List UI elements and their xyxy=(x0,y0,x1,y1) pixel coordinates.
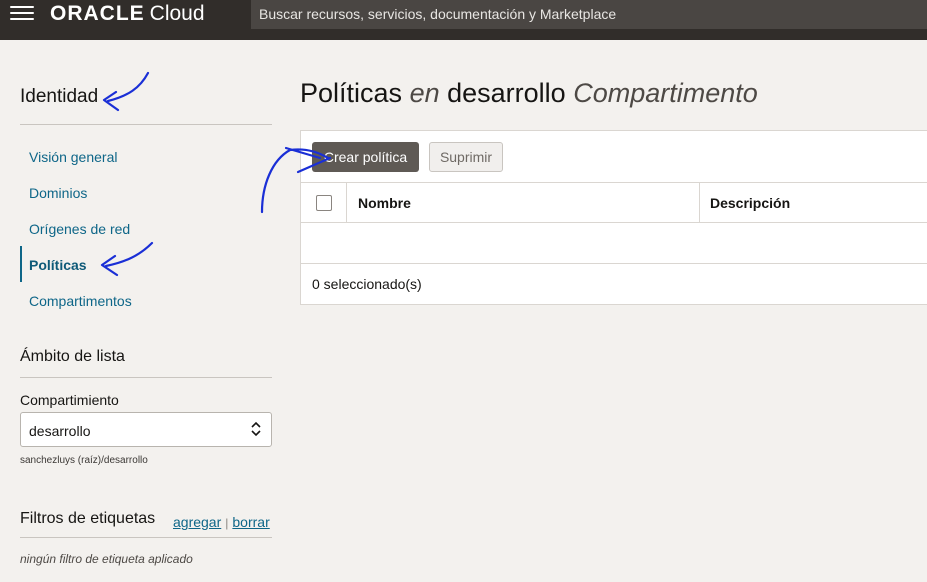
oracle-cloud-logo[interactable]: ORACLE Cloud xyxy=(50,2,205,28)
search-input[interactable]: Buscar recursos, servicios, documentació… xyxy=(251,0,927,29)
selected-count: 0 seleccionado(s) xyxy=(312,276,422,292)
hamburger-menu-icon[interactable] xyxy=(10,6,34,20)
divider xyxy=(20,124,272,125)
logo-oracle-text: ORACLE xyxy=(50,2,145,25)
page-title-resource: Políticas xyxy=(300,78,403,108)
annotation-arrow-identidad xyxy=(102,71,150,112)
compartment-path: sanchezluys (raíz)/desarrollo xyxy=(20,455,148,466)
page-title-compartment-word: Compartimento xyxy=(573,78,758,108)
divider xyxy=(20,537,272,538)
logo-cloud-text: Cloud xyxy=(149,2,205,25)
compartment-select-value: desarrollo xyxy=(29,423,91,439)
compartment-select[interactable]: desarrollo xyxy=(20,412,272,447)
column-header-name[interactable]: Nombre xyxy=(347,183,700,223)
sidebar-nav: Visión general Dominios Orígenes de red … xyxy=(20,138,272,318)
compartment-label: Compartimiento xyxy=(20,392,119,408)
select-all-checkbox[interactable] xyxy=(316,195,332,211)
divider xyxy=(20,377,272,378)
policies-table-panel: Crear política Suprimir Nombre Descripci… xyxy=(300,130,927,305)
tag-filter-links: agregar | borrar xyxy=(173,514,270,530)
list-scope-title: Ámbito de lista xyxy=(20,348,125,365)
page-title-in: en xyxy=(409,78,440,108)
sidebar-item-compartimentos[interactable]: Compartimentos xyxy=(20,282,272,318)
page-title-compartment-name: desarrollo xyxy=(447,78,566,108)
page-title: Políticas en desarrollo Compartimento xyxy=(300,78,758,109)
delete-button[interactable]: Suprimir xyxy=(429,142,503,172)
column-header-description[interactable]: Descripción xyxy=(700,183,927,223)
chevron-up-down-icon xyxy=(251,421,261,437)
sidebar-item-vision-general[interactable]: Visión general xyxy=(20,138,272,174)
tag-filters-title: Filtros de etiquetas xyxy=(20,510,156,527)
sidebar-item-origenes-de-red[interactable]: Orígenes de red xyxy=(20,210,272,246)
no-tag-filter-text: ningún filtro de etiqueta aplicado xyxy=(20,552,193,566)
link-separator: | xyxy=(225,516,229,530)
add-tag-filter-link[interactable]: agregar xyxy=(173,514,221,530)
sidebar-item-politicas[interactable]: Políticas xyxy=(20,246,272,282)
select-all-cell xyxy=(301,183,347,223)
sidebar-title: Identidad xyxy=(20,86,99,107)
table-body-empty xyxy=(301,223,927,264)
table-header: Nombre Descripción xyxy=(301,182,927,223)
clear-tag-filter-link[interactable]: borrar xyxy=(232,514,269,530)
sidebar-item-dominios[interactable]: Dominios xyxy=(20,174,272,210)
create-policy-button[interactable]: Crear política xyxy=(312,142,419,172)
top-bar: ORACLE Cloud Buscar recursos, servicios,… xyxy=(0,0,927,40)
